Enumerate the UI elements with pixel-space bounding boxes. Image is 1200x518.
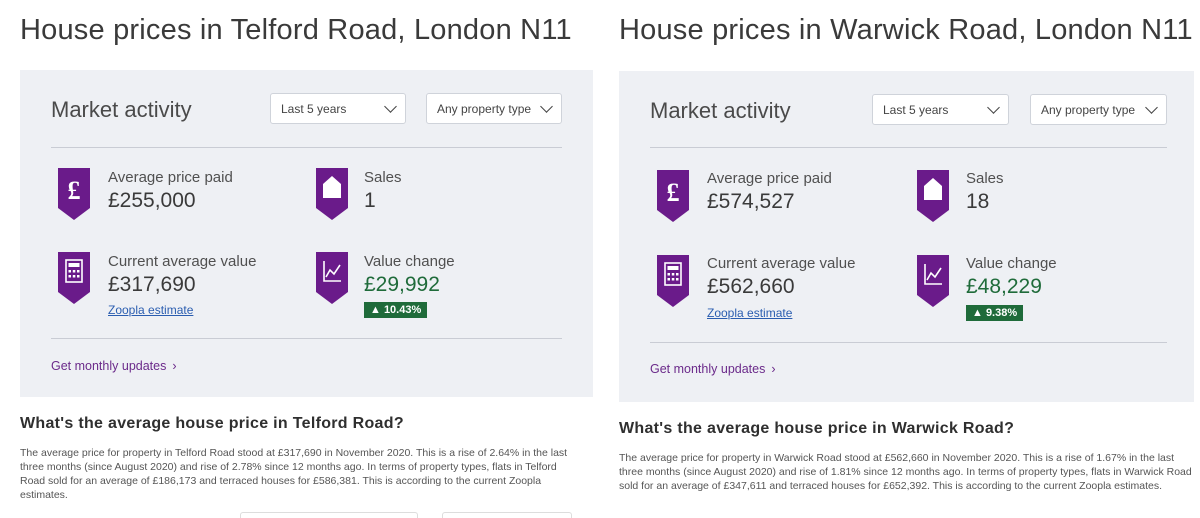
left-panel: House prices in Telford Road, London N11… <box>0 0 600 518</box>
chevron-right-icon: › <box>172 359 177 373</box>
monthly-updates-link[interactable]: Get monthly updates › <box>51 359 177 373</box>
property-type-select[interactable]: Any property type <box>426 93 562 124</box>
section-heading: What's the average house price in Warwic… <box>619 420 1015 437</box>
zoopla-estimate-link[interactable]: Zoopla estimate <box>108 303 193 317</box>
monthly-updates-label: Get monthly updates <box>650 362 766 376</box>
period-select[interactable]: Last 5 years <box>270 93 406 124</box>
divider <box>51 147 562 148</box>
period-select-value: Last 5 years <box>281 101 347 116</box>
avg-price-value: £255,000 <box>108 189 196 212</box>
page-title: House prices in Warwick Road, London N11 <box>619 14 1193 46</box>
property-type-select[interactable]: Any property type <box>1030 94 1167 125</box>
value-change: £48,229 <box>966 275 1042 298</box>
pound-icon: £ <box>657 170 689 222</box>
section-heading: What's the average house price in Telfor… <box>20 415 404 432</box>
sales-label: Sales <box>966 170 1004 187</box>
card-title: Market activity <box>650 98 791 123</box>
monthly-updates-link[interactable]: Get monthly updates › <box>650 362 776 376</box>
monthly-updates-label: Get monthly updates <box>51 359 167 373</box>
avg-price-value: £574,527 <box>707 190 795 213</box>
avg-price-label: Average price paid <box>108 169 233 186</box>
period-select[interactable]: Last 5 years <box>872 94 1009 125</box>
property-type-select-value: Any property type <box>437 101 532 116</box>
chevron-down-icon <box>987 100 1000 114</box>
chart-icon <box>316 252 348 304</box>
pound-icon: £ <box>58 168 90 220</box>
right-panel: House prices in Warwick Road, London N11… <box>600 0 1200 518</box>
avg-price-label: Average price paid <box>707 170 832 187</box>
chevron-right-icon: › <box>771 362 776 376</box>
svg-text:£: £ <box>667 178 680 207</box>
sales-value: 1 <box>364 189 376 212</box>
house-icon <box>917 170 949 222</box>
value-change-label: Value change <box>364 253 455 270</box>
chart-icon <box>917 255 949 307</box>
value-change-label: Value change <box>966 255 1057 272</box>
current-value-label: Current average value <box>707 255 856 272</box>
divider <box>650 147 1167 148</box>
current-value: £317,690 <box>108 273 196 296</box>
svg-text:£: £ <box>68 176 81 205</box>
divider <box>650 342 1167 343</box>
chevron-down-icon <box>1145 100 1158 114</box>
current-value: £562,660 <box>707 275 795 298</box>
zoopla-estimate-link[interactable]: Zoopla estimate <box>707 306 792 320</box>
card-title: Market activity <box>51 97 192 122</box>
chevron-down-icon <box>540 99 553 113</box>
sales-value: 18 <box>966 190 990 213</box>
market-activity-card: Market activity Last 5 years Any propert… <box>619 71 1194 402</box>
period-select-value: Last 5 years <box>883 102 949 117</box>
calculator-icon <box>58 252 90 304</box>
market-activity-card: Market activity Last 5 years Any propert… <box>20 70 593 397</box>
description-text: The average price for property in Telfor… <box>20 447 568 501</box>
chevron-down-icon <box>384 99 397 113</box>
value-change: £29,992 <box>364 273 440 296</box>
divider <box>51 338 562 339</box>
house-icon <box>316 168 348 220</box>
sales-label: Sales <box>364 169 402 186</box>
change-percent-badge: ▲ 10.43% <box>364 302 428 318</box>
description-text: The average price for property in Warwic… <box>619 452 1192 492</box>
button-stub <box>442 512 572 518</box>
calculator-icon <box>657 255 689 307</box>
change-percent-badge: ▲ 9.38% <box>966 305 1024 321</box>
button-stub <box>240 512 418 518</box>
property-type-select-value: Any property type <box>1041 102 1136 117</box>
current-value-label: Current average value <box>108 253 257 270</box>
page-title: House prices in Telford Road, London N11 <box>20 14 572 46</box>
